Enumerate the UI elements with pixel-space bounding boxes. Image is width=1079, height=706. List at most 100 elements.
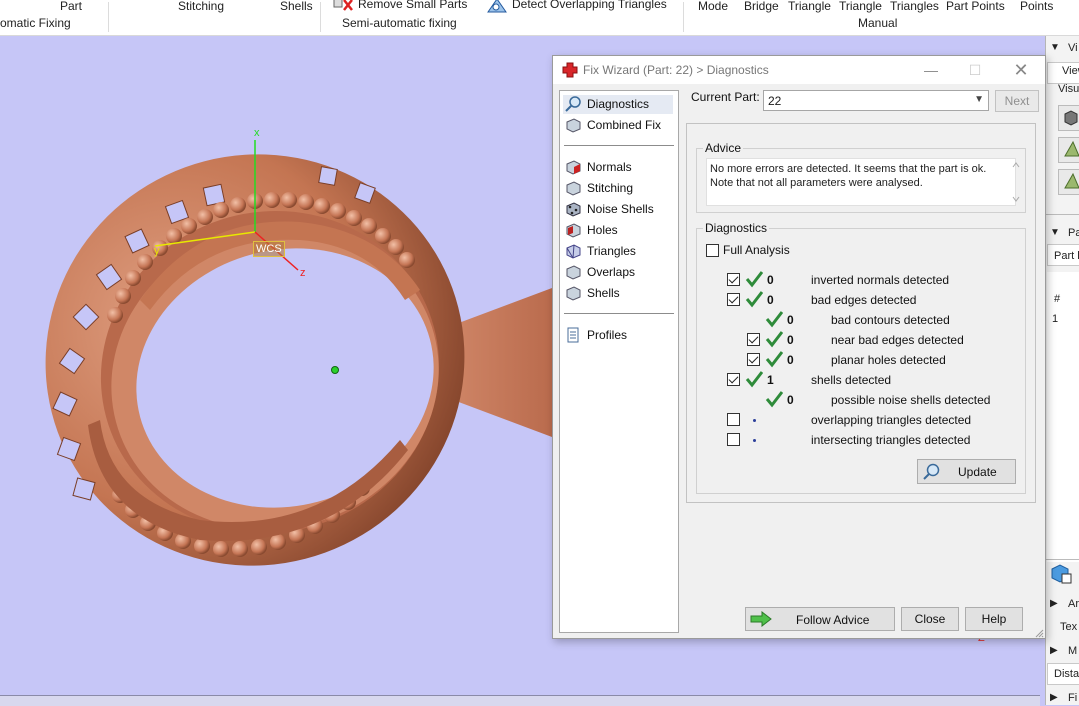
panel-part-list-tab[interactable]: Part l <box>1054 250 1079 262</box>
ribbon-points-button[interactable]: Points <box>1020 0 1053 13</box>
diagnostics-panel: Advice No more errors are detected. It s… <box>686 123 1036 503</box>
ribbon-remove-small-parts-button[interactable]: Remove Small Parts <box>358 0 467 11</box>
planar-holes-checkbox[interactable] <box>747 353 760 366</box>
inverted-normals-checkbox[interactable] <box>727 273 740 286</box>
ribbon-triangle-button[interactable]: Triangle <box>788 0 831 13</box>
diagnostics-group: Diagnostics Full Analysis 0 inverted nor… <box>696 221 1026 494</box>
nav-item-normals[interactable]: Normals <box>563 158 673 177</box>
pending-dot-icon <box>753 419 756 422</box>
wcs-label: WCS <box>253 241 285 257</box>
update-button-label: Update <box>958 465 997 479</box>
ribbon-triangles-button[interactable]: Triangles <box>890 0 939 13</box>
dialog-titlebar[interactable]: Fix Wizard (Part: 22) > Diagnostics — ☐ … <box>553 56 1045 84</box>
checkmark-icon <box>765 350 784 368</box>
bad-edges-checkbox[interactable] <box>727 293 740 306</box>
nav-item-label: Stitching <box>587 181 634 195</box>
nav-item-label: Noise Shells <box>587 202 654 216</box>
collapse-icon[interactable]: ▼ <box>1050 42 1060 53</box>
ribbon-triangle-button-2[interactable]: Triangle <box>839 0 882 13</box>
current-part-value: 22 <box>768 94 782 108</box>
nav-item-combined-fix[interactable]: Combined Fix <box>563 116 673 135</box>
nav-item-triangles[interactable]: Triangles <box>563 242 673 261</box>
panel-distance-tab[interactable]: Dista <box>1054 668 1079 680</box>
next-button[interactable]: Next <box>995 90 1039 112</box>
checkmark-icon <box>745 290 764 308</box>
minimize-button[interactable]: — <box>921 60 941 80</box>
ribbon-detect-overlapping-button[interactable]: Detect Overlapping Triangles <box>512 0 667 11</box>
chevron-down-icon: ▼ <box>974 94 984 105</box>
nav-item-profiles[interactable]: Profiles <box>563 326 673 345</box>
current-part-label: Current Part: <box>691 90 760 104</box>
diag-count: 0 <box>787 333 794 347</box>
follow-advice-button[interactable]: Follow Advice <box>745 607 895 631</box>
part-list-hash-header: # <box>1054 293 1061 305</box>
collapse-icon[interactable]: ▼ <box>1050 227 1060 238</box>
shaded-view-button[interactable] <box>1058 137 1079 163</box>
nav-item-overlaps[interactable]: Overlaps <box>563 263 673 282</box>
diag-label: bad edges detected <box>811 293 917 307</box>
expand-icon[interactable]: ▶ <box>1050 692 1058 703</box>
nav-item-shells[interactable]: Shells <box>563 284 673 303</box>
diag-label: overlapping triangles detected <box>811 413 972 427</box>
ribbon-bridge-button[interactable]: Bridge <box>744 0 779 13</box>
diag-count: 0 <box>787 313 794 327</box>
full-analysis-label: Full Analysis <box>723 243 790 257</box>
red-cross-icon <box>562 62 578 78</box>
fix-wizard-dialog: Fix Wizard (Part: 22) > Diagnostics — ☐ … <box>552 55 1046 639</box>
ribbon-part-points-button[interactable]: Part Points <box>946 0 1005 13</box>
ribbon-mode-button[interactable]: Mode <box>698 0 728 13</box>
current-part-select[interactable]: 22 ▼ <box>763 90 989 111</box>
noise-shells-icon <box>565 201 581 217</box>
panel-view-subtab[interactable]: View <box>1062 65 1079 77</box>
nav-item-label: Diagnostics <box>587 97 650 111</box>
ribbon-part-button[interactable]: Part <box>60 0 82 13</box>
nav-item-label: Profiles <box>587 328 628 342</box>
remove-small-parts-icon <box>332 0 354 12</box>
intersecting-triangles-checkbox[interactable] <box>727 433 740 446</box>
parts-cube-icon <box>1050 562 1072 584</box>
near-bad-edges-checkbox[interactable] <box>747 333 760 346</box>
panel-fi-section[interactable]: Fi <box>1068 692 1077 704</box>
stitching-icon <box>565 180 581 196</box>
expand-icon[interactable]: ▶ <box>1050 645 1058 656</box>
resize-grip-icon[interactable] <box>1034 627 1044 638</box>
nav-item-label: Holes <box>587 223 618 237</box>
full-analysis-checkbox[interactable] <box>706 244 719 257</box>
ribbon-stitching-button[interactable]: Stitching <box>178 0 224 13</box>
nav-item-label: Shells <box>587 286 620 300</box>
update-button[interactable]: Update <box>917 459 1016 484</box>
close-button[interactable]: Close <box>901 607 959 631</box>
diag-label: possible noise shells detected <box>831 393 991 407</box>
diagnostics-title: Diagnostics <box>703 221 770 235</box>
panel-m-section[interactable]: M <box>1068 645 1077 657</box>
ribbon-shells-button[interactable]: Shells <box>280 0 313 13</box>
nav-item-stitching[interactable]: Stitching <box>563 179 673 198</box>
panel-an-section[interactable]: Ar <box>1068 598 1079 610</box>
advice-scrollbar[interactable] <box>1009 158 1023 206</box>
dialog-title: Fix Wizard (Part: 22) > Diagnostics <box>583 63 769 77</box>
nav-item-noise-shells[interactable]: Noise Shells <box>563 200 673 219</box>
close-window-button[interactable]: ✕ <box>1011 60 1031 80</box>
diag-count: 0 <box>767 273 774 287</box>
overlapping-triangles-checkbox[interactable] <box>727 413 740 426</box>
ribbon-separator <box>320 2 321 32</box>
shells-checkbox[interactable] <box>727 373 740 386</box>
panel-visual-label: Visua <box>1058 83 1079 95</box>
ribbon-group-semi-automatic: Semi-automatic fixing <box>342 16 457 30</box>
magnifier-icon <box>565 96 581 112</box>
diagnostics-content: Current Part: 22 ▼ Next Advice No more e… <box>683 86 1041 631</box>
ribbon-separator <box>108 2 109 32</box>
part-list-row-index[interactable]: 1 <box>1052 313 1058 325</box>
panel-view-tab[interactable]: Vi <box>1068 42 1078 54</box>
normals-icon <box>565 159 581 175</box>
diag-label: inverted normals detected <box>811 273 950 287</box>
ribbon-toolbar: Part omatic Fixing Stitching Shells Remo… <box>0 0 1079 36</box>
nav-item-label: Combined Fix <box>587 118 662 132</box>
wireframe-view-button[interactable] <box>1058 169 1079 195</box>
nav-item-diagnostics[interactable]: Diagnostics <box>563 95 673 114</box>
expand-icon[interactable]: ▶ <box>1050 598 1058 609</box>
diag-count: 0 <box>787 393 794 407</box>
help-button[interactable]: Help <box>965 607 1023 631</box>
cube-view-button[interactable] <box>1058 105 1079 131</box>
nav-item-holes[interactable]: Holes <box>563 221 673 240</box>
